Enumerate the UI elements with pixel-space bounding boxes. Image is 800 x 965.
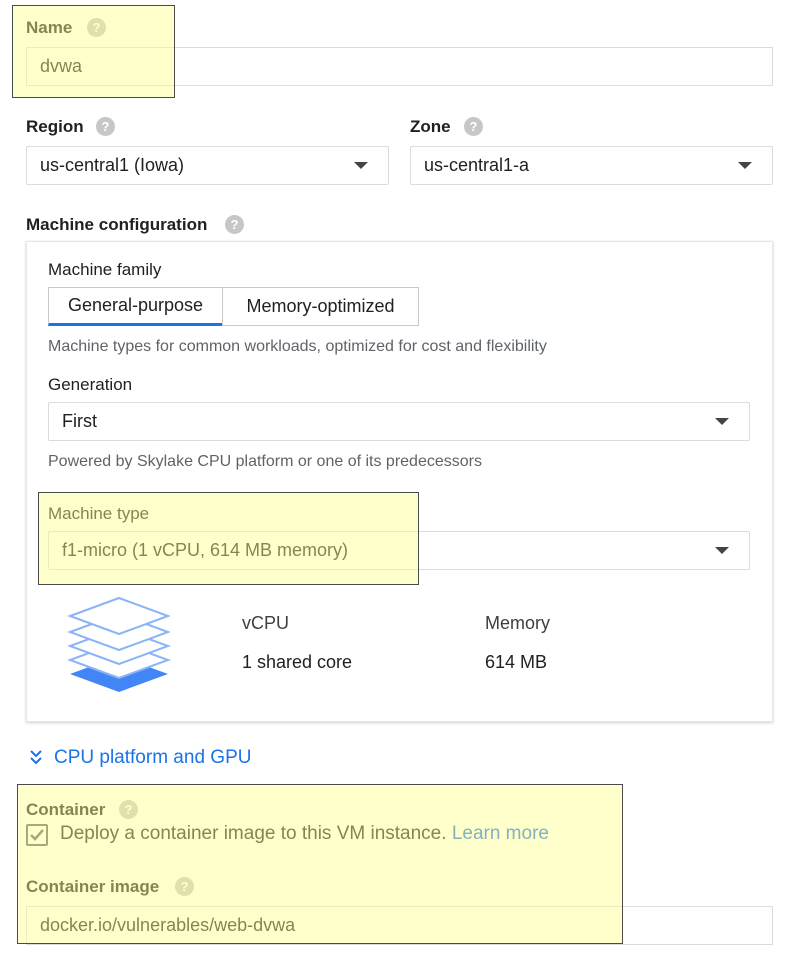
machine-layers-icon xyxy=(67,596,171,692)
highlight-machine-type xyxy=(38,492,419,585)
machine-family-label: Machine family xyxy=(48,260,162,279)
help-icon[interactable]: ? xyxy=(225,215,244,234)
tab-general-purpose[interactable]: General-purpose xyxy=(48,287,223,326)
generation-select[interactable]: First xyxy=(48,402,750,441)
machine-family-description: Machine types for common workloads, opti… xyxy=(48,338,547,355)
machine-configuration-label: Machine configuration xyxy=(26,215,208,234)
vcpu-label: vCPU xyxy=(242,613,290,633)
generation-description: Powered by Skylake CPU platform or one o… xyxy=(48,453,482,470)
chevron-down-icon xyxy=(738,162,752,169)
cpu-platform-toggle[interactable]: CPU platform and GPU xyxy=(28,747,251,769)
tab-memory-optimized[interactable]: Memory-optimized xyxy=(222,287,419,326)
highlight-container xyxy=(17,784,623,944)
chevron-down-icon xyxy=(715,547,729,554)
region-select[interactable]: us-central1 (Iowa) xyxy=(26,146,389,185)
generation-value: First xyxy=(62,411,97,431)
generation-label: Generation xyxy=(48,375,133,394)
chevron-down-icon xyxy=(715,418,729,425)
cpu-platform-label: CPU platform and GPU xyxy=(54,747,252,768)
vcpu-value: 1 shared core xyxy=(242,652,353,672)
help-icon[interactable]: ? xyxy=(464,117,483,136)
memory-value: 614 MB xyxy=(485,652,548,672)
zone-select[interactable]: us-central1-a xyxy=(410,146,773,185)
memory-label: Memory xyxy=(485,613,551,633)
chevron-double-down-icon xyxy=(30,750,42,765)
highlight-name xyxy=(12,5,175,98)
zone-value: us-central1-a xyxy=(424,155,530,175)
zone-label: Zone xyxy=(410,117,451,136)
help-icon[interactable]: ? xyxy=(96,117,115,136)
region-value: us-central1 (Iowa) xyxy=(40,155,185,175)
chevron-down-icon xyxy=(354,162,368,169)
region-label: Region xyxy=(26,117,84,136)
